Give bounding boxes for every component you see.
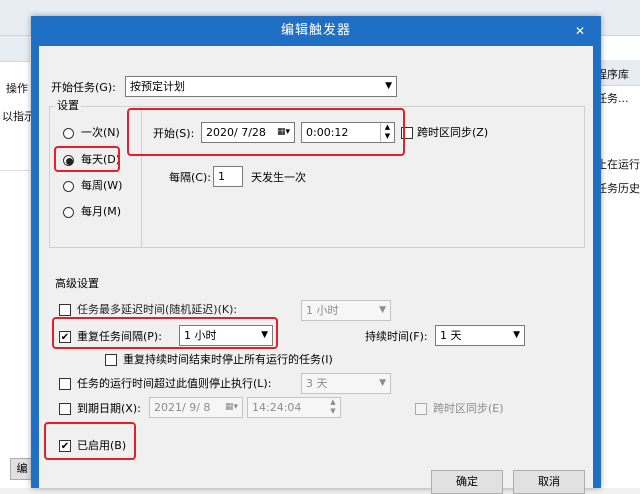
background-header-left <box>0 36 30 62</box>
divider <box>0 170 30 171</box>
radio-label: 一次(N) <box>81 126 120 139</box>
recur-label: 每隔(C): <box>169 171 211 184</box>
dialog-title: 编辑触发器 <box>280 23 351 38</box>
highlight-repeat <box>52 317 278 349</box>
chevron-down-icon: ▼ <box>379 305 386 315</box>
settings-label: 设置 <box>55 99 81 113</box>
expire-sync-label: 跨时区同步(E) <box>433 402 504 415</box>
delay-label: 任务最多延迟时间(随机延迟)(K): <box>77 303 238 316</box>
delay-select[interactable]: 1 小时 ▼ <box>301 300 391 321</box>
stop-if-longer-value: 3 天 <box>306 377 328 390</box>
background-right-item[interactable]: 止在运行 <box>596 156 640 172</box>
advanced-label: 高级设置 <box>55 277 99 290</box>
radio-button[interactable] <box>63 181 74 192</box>
dialog-client: 开始任务(G): 按预定计划 ▼ 设置 一次(N) 每天(D) 每周(W) 每月… <box>39 46 593 494</box>
ok-button[interactable]: 确定 <box>431 470 503 494</box>
close-icon[interactable]: ✕ <box>570 22 590 40</box>
expire-date-value: 2021/ 9/ 8 <box>154 401 211 414</box>
highlight-daily <box>54 146 120 172</box>
stop-if-longer-select[interactable]: 3 天 ▼ <box>301 373 391 394</box>
chevron-down-icon: ▼ <box>379 378 386 388</box>
begin-task-select[interactable]: 按预定计划 ▼ <box>125 76 397 97</box>
duration-select[interactable]: 1 天 ▼ <box>435 325 525 346</box>
calendar-icon: ▦▾ <box>224 402 238 412</box>
recur-unit: 天发生一次 <box>251 171 306 184</box>
expire-sync-checkbox[interactable] <box>415 403 427 415</box>
stop-if-longer-label: 任务的运行时间超过此值则停止执行(L): <box>77 377 272 390</box>
time-spinner-icon[interactable]: ▲ ▼ <box>326 398 340 417</box>
radio-label: 每月(M) <box>81 205 122 218</box>
begin-task-label: 开始任务(G): <box>51 81 116 94</box>
cancel-button[interactable]: 取消 <box>513 470 585 494</box>
radio-label: 每周(W) <box>81 179 123 192</box>
recur-input[interactable]: 1 <box>213 166 243 187</box>
chevron-down-icon: ▼ <box>385 81 392 91</box>
background-right-item[interactable]: 任务历史 <box>596 180 640 196</box>
expire-label: 到期日期(X): <box>77 402 141 415</box>
background-item[interactable]: 操作 <box>6 80 28 96</box>
stop-if-longer-checkbox[interactable] <box>59 378 71 390</box>
highlight-enabled <box>44 422 136 460</box>
duration-value: 1 天 <box>440 329 462 342</box>
edit-trigger-dialog: 编辑触发器 ✕ 开始任务(G): 按预定计划 ▼ 设置 一次(N) 每天(D) … <box>31 16 601 494</box>
sync-timezone-label: 跨时区同步(Z) <box>417 126 489 139</box>
radio-button[interactable] <box>63 128 74 139</box>
duration-label: 持续时间(F): <box>365 330 428 343</box>
delay-checkbox[interactable] <box>59 304 71 316</box>
highlight-start <box>127 108 405 156</box>
radio-button[interactable] <box>63 207 74 218</box>
expire-time-field[interactable]: 14:24:04 ▲ ▼ <box>247 397 341 418</box>
chevron-down-icon: ▼ <box>513 330 520 340</box>
expire-time-value: 14:24:04 <box>252 401 302 414</box>
delay-value: 1 小时 <box>306 304 339 317</box>
expire-checkbox[interactable] <box>59 403 71 415</box>
stop-at-end-checkbox[interactable] <box>105 354 117 366</box>
begin-task-value: 按预定计划 <box>130 80 185 93</box>
expire-date-picker[interactable]: 2021/ 9/ 8 ▦▾ <box>149 397 243 418</box>
stop-at-end-label: 重复持续时间结束时停止所有运行的任务(I) <box>123 353 333 366</box>
